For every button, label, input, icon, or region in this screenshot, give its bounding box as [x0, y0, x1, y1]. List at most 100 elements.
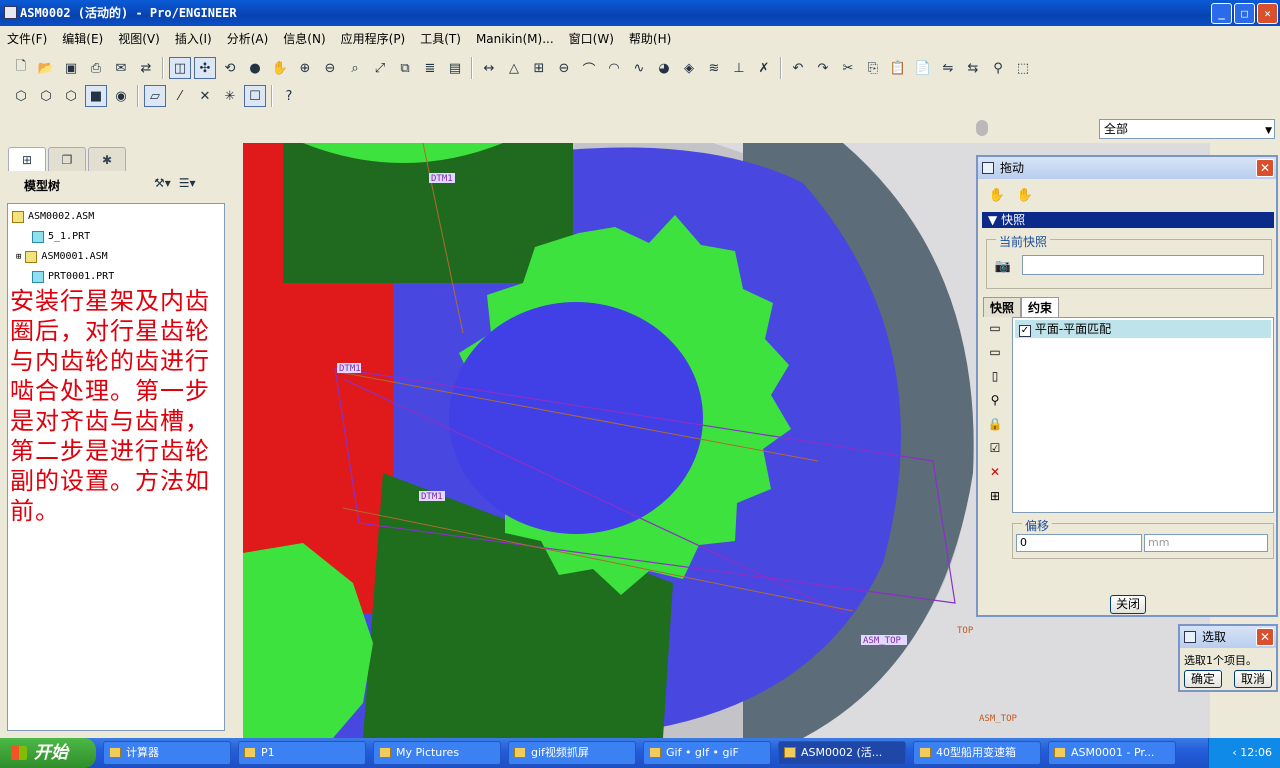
camera-icon[interactable]: 📷 [992, 255, 1014, 277]
menu-manikin[interactable]: Manikin(M)... [469, 28, 562, 50]
datum-planes-icon[interactable]: ▱ [144, 85, 166, 107]
draft-analysis-icon[interactable]: ◕ [653, 57, 675, 79]
menu-file[interactable]: 文件(F) [0, 28, 55, 50]
mate-icon[interactable]: ▭ [989, 345, 1000, 359]
zoom-in-icon[interactable]: ⊕ [294, 57, 316, 79]
menu-info[interactable]: 信息(N) [276, 28, 333, 50]
send-mail-icon[interactable]: ✉ [110, 57, 132, 79]
orient-mode-icon[interactable]: ⟲ [219, 57, 241, 79]
tab-folder-browser[interactable]: ❐ [48, 147, 86, 171]
snapshot-name-input[interactable] [1022, 255, 1264, 275]
global-interference-icon[interactable]: ✗ [753, 57, 775, 79]
menu-help[interactable]: 帮助(H) [622, 28, 679, 50]
datum-points-icon[interactable]: ✕ [194, 85, 216, 107]
close-icon[interactable]: ✕ [1256, 159, 1274, 177]
repaint-icon[interactable]: ◫ [169, 57, 191, 79]
maximize-button[interactable]: □ [1234, 3, 1255, 24]
ok-button[interactable]: 确定 [1184, 670, 1222, 688]
new-file-icon[interactable]: 🗋 [10, 57, 32, 79]
list-item[interactable]: ✓ 平面-平面匹配 [1015, 320, 1271, 338]
tab-model-tree[interactable]: ⊞ [8, 147, 46, 171]
motion-axis-icon[interactable]: ⚲ [991, 393, 1000, 407]
annotations-icon[interactable]: ☐ [244, 85, 266, 107]
dihedral-icon[interactable]: ⊥ [728, 57, 750, 79]
print-icon[interactable]: ⎙ [85, 57, 107, 79]
hidden-line-icon[interactable]: ⬡ [35, 85, 57, 107]
regenerate-icon[interactable]: ⇋ [937, 57, 959, 79]
offset-analysis-icon[interactable]: ≋ [703, 57, 725, 79]
taskbar-item[interactable]: 40型船用变速箱 [913, 741, 1041, 765]
body-drag-icon[interactable]: ✋ [1014, 184, 1036, 206]
taskbar-item-active[interactable]: ASM0002 (活... [778, 741, 906, 765]
spin-center-icon[interactable]: ✣ [194, 57, 216, 79]
tree-item[interactable]: ASM0002.ASM [12, 208, 94, 226]
tree-item[interactable]: ⊞ ASM0001.ASM [16, 248, 108, 266]
redo-icon[interactable]: ↷ [812, 57, 834, 79]
taskbar-item[interactable]: P1 [238, 741, 366, 765]
checkbox[interactable]: ✓ [1019, 325, 1031, 337]
close-button[interactable]: ✕ [1257, 3, 1278, 24]
cancel-button[interactable]: 取消 [1234, 670, 1272, 688]
measure-angle-icon[interactable]: △ [503, 57, 525, 79]
taskbar-item[interactable]: My Pictures [373, 741, 501, 765]
tab-favorites[interactable]: ✱ [88, 147, 126, 171]
menu-window[interactable]: 窗口(W) [562, 28, 622, 50]
refit-icon[interactable]: ⌕ [344, 57, 366, 79]
snapshot-section-header[interactable]: ▼ 快照 [982, 212, 1274, 228]
open-folder-icon[interactable]: 📂 [35, 57, 57, 79]
enable-icon[interactable]: ☑ [990, 441, 1001, 455]
taskbar-item[interactable]: 计算器 [103, 741, 231, 765]
mass-properties-icon[interactable]: ⊞ [528, 57, 550, 79]
close-icon[interactable]: ✕ [1256, 628, 1274, 646]
clock[interactable]: 12:06 [1240, 746, 1272, 759]
coordinate-systems-icon[interactable]: ✳ [219, 85, 241, 107]
menu-insert[interactable]: 插入(I) [168, 28, 220, 50]
menu-edit[interactable]: 编辑(E) [55, 28, 111, 50]
taskbar-item[interactable]: Gif • gIf • giF [643, 741, 771, 765]
start-button[interactable]: 开始 [0, 738, 96, 768]
pan-hand-icon[interactable]: ✋ [269, 57, 291, 79]
point-drag-icon[interactable]: ✋ [986, 184, 1008, 206]
shade-analysis-icon[interactable]: ◈ [678, 57, 700, 79]
selection-filter[interactable]: 全部 ▼ [1099, 119, 1275, 139]
tab-constraints[interactable]: 约束 [1021, 297, 1060, 317]
view-manager-icon[interactable]: ▤ [444, 57, 466, 79]
context-help-icon[interactable]: ? [278, 85, 300, 107]
no-hidden-icon[interactable]: ⬡ [60, 85, 82, 107]
regenerate-manager-icon[interactable]: ⇆ [962, 57, 984, 79]
minimize-button[interactable]: _ [1211, 3, 1232, 24]
menu-analysis[interactable]: 分析(A) [220, 28, 277, 50]
enhanced-realism-icon[interactable]: ◉ [110, 85, 132, 107]
delete-icon[interactable]: ✕ [990, 465, 1000, 479]
menu-applications[interactable]: 应用程序(P) [334, 28, 414, 50]
measure-distance-icon[interactable]: ↔ [478, 57, 500, 79]
tray-expand-icon[interactable]: ‹ [1232, 746, 1236, 759]
tree-item[interactable]: 5_1.PRT [32, 228, 90, 246]
copy-icon[interactable]: ⎘ [862, 57, 884, 79]
undo-icon[interactable]: ↶ [787, 57, 809, 79]
wireframe-icon[interactable]: ⬡ [10, 85, 32, 107]
shading-icon[interactable]: ■ [85, 85, 107, 107]
zoom-out-icon[interactable]: ⊖ [319, 57, 341, 79]
save-icon[interactable]: ▣ [60, 57, 82, 79]
offset-input[interactable]: 0 [1016, 534, 1142, 552]
cut-icon[interactable]: ✂ [837, 57, 859, 79]
surface-analysis-icon[interactable]: ◠ [603, 57, 625, 79]
lock-icon[interactable]: 🔒 [988, 417, 1003, 431]
align-icon[interactable]: ▭ [989, 321, 1000, 335]
offset-icon[interactable]: ⊞ [990, 489, 1000, 503]
expand-icon[interactable]: ⊞ [16, 248, 21, 266]
appearance-sphere-icon[interactable]: ● [244, 57, 266, 79]
paste-icon[interactable]: 📋 [887, 57, 909, 79]
menu-view[interactable]: 视图(V) [111, 28, 168, 50]
reorient-icon[interactable]: ⤢ [369, 57, 391, 79]
send-link-icon[interactable]: ⇄ [135, 57, 157, 79]
taskbar-item[interactable]: ASM0001 - Pr... [1048, 741, 1176, 765]
section-icon[interactable]: ⊖ [553, 57, 575, 79]
select-box-icon[interactable]: ⬚ [1012, 57, 1034, 79]
close-dialog-button[interactable]: 关闭 [1110, 595, 1146, 614]
taskbar-item[interactable]: gif视频抓屏 [508, 741, 636, 765]
deviation-icon[interactable]: ∿ [628, 57, 650, 79]
paste-special-icon[interactable]: 📄 [912, 57, 934, 79]
saved-views-icon[interactable]: ⧉ [394, 57, 416, 79]
